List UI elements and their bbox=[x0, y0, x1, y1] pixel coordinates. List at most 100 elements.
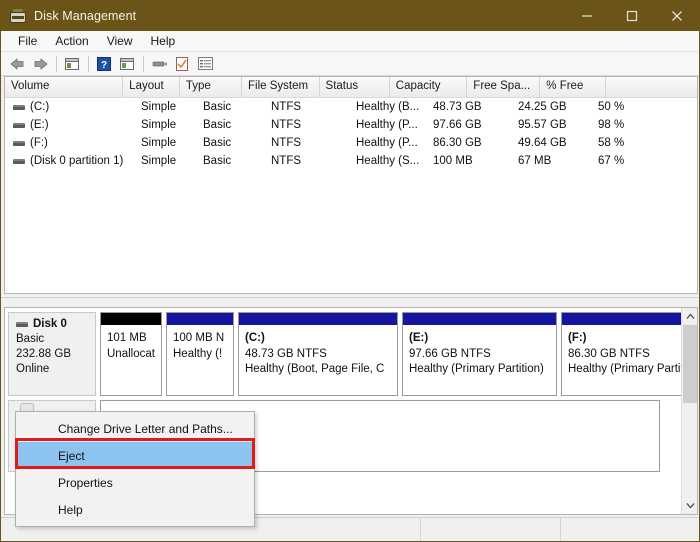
column-header-percent-free[interactable]: % Free bbox=[540, 77, 607, 97]
disk-info-disk-0[interactable]: Disk 0 Basic 232.88 GB Online bbox=[8, 312, 96, 396]
partition-bar bbox=[403, 313, 556, 325]
cell-percent-free: 50 % bbox=[598, 101, 625, 113]
volume-icon bbox=[13, 104, 25, 110]
partition-size: 101 MB bbox=[107, 332, 147, 344]
menu-file[interactable]: File bbox=[9, 32, 46, 50]
column-header-volume[interactable]: Volume bbox=[5, 77, 124, 97]
table-row[interactable]: (C:) Simple Basic NTFS Healthy (B... 48.… bbox=[5, 98, 697, 116]
disk-size: 232.88 GB bbox=[16, 348, 71, 360]
column-header-capacity[interactable]: Capacity bbox=[389, 77, 468, 97]
cell-type: Basic bbox=[203, 101, 232, 113]
cell-layout: Simple bbox=[141, 155, 177, 167]
volume-icon bbox=[13, 158, 25, 164]
menu-action[interactable]: Action bbox=[46, 32, 97, 50]
cell-file-system: NTFS bbox=[271, 137, 302, 149]
partition-c[interactable]: (C:) 48.73 GB NTFS Healthy (Boot, Page F… bbox=[238, 312, 398, 396]
volume-list-panel: Volume Layout Type File System Status Ca… bbox=[4, 76, 698, 294]
cell-capacity: 97.66 GB bbox=[433, 119, 482, 131]
cell-status: Healthy (S... bbox=[356, 155, 420, 167]
partition-size: 100 MB N bbox=[173, 332, 225, 344]
table-row[interactable]: (Disk 0 partition 1) Simple Basic NTFS H… bbox=[5, 152, 697, 170]
partition-size: 48.73 GB NTFS bbox=[245, 347, 327, 360]
cell-free-space: 49.64 GB bbox=[518, 137, 567, 149]
table-row[interactable]: (F:) Simple Basic NTFS Healthy (P... 86.… bbox=[5, 134, 697, 152]
panel-splitter[interactable] bbox=[1, 297, 699, 305]
toolbar-separator bbox=[88, 55, 89, 72]
cell-free-space: 95.57 GB bbox=[518, 119, 567, 131]
column-header-layout[interactable]: Layout bbox=[123, 77, 180, 97]
partition-size: 86.30 GB NTFS bbox=[568, 347, 650, 360]
cell-free-space: 24.25 GB bbox=[518, 101, 567, 113]
window-title: Disk Management bbox=[34, 9, 137, 23]
tool-bar: ? bbox=[1, 52, 699, 76]
table-row[interactable]: (E:) Simple Basic NTFS Healthy (P... 97.… bbox=[5, 116, 697, 134]
context-menu-item-eject[interactable]: Eject bbox=[16, 442, 254, 469]
properties-icon[interactable] bbox=[171, 54, 193, 74]
cell-capacity: 48.73 GB bbox=[433, 101, 482, 113]
list-view-icon[interactable] bbox=[194, 54, 216, 74]
partition-label: (E:) bbox=[409, 332, 429, 344]
partition-unallocated[interactable]: 101 MB Unallocat bbox=[100, 312, 162, 396]
menu-view[interactable]: View bbox=[98, 32, 142, 50]
disk-name: Disk 0 bbox=[33, 318, 67, 330]
volume-icon bbox=[13, 122, 25, 128]
cell-status: Healthy (P... bbox=[356, 119, 418, 131]
cell-percent-free: 58 % bbox=[598, 137, 625, 149]
context-menu-item-help[interactable]: Help bbox=[16, 496, 254, 523]
column-header-type[interactable]: Type bbox=[179, 77, 243, 97]
disk-type: Basic bbox=[16, 333, 45, 345]
cell-layout: Simple bbox=[141, 101, 177, 113]
minimize-icon[interactable] bbox=[564, 1, 609, 31]
partition-f[interactable]: (F:) 86.30 GB NTFS Healthy (Primary Part… bbox=[561, 312, 698, 396]
toolbar-separator bbox=[143, 55, 144, 72]
maximize-icon[interactable] bbox=[609, 1, 654, 31]
toolbar-separator bbox=[56, 55, 57, 72]
context-menu-item-change-drive-letter[interactable]: Change Drive Letter and Paths... bbox=[16, 415, 254, 442]
help-icon[interactable]: ? bbox=[93, 54, 115, 74]
context-menu: Change Drive Letter and Paths... Eject P… bbox=[15, 411, 255, 527]
cell-volume: (Disk 0 partition 1) bbox=[30, 155, 124, 167]
disk-state: Online bbox=[16, 363, 50, 375]
back-arrow-icon[interactable] bbox=[6, 54, 28, 74]
cell-file-system: NTFS bbox=[271, 101, 302, 113]
partition-bar bbox=[562, 313, 697, 325]
cell-status: Healthy (P... bbox=[356, 137, 418, 149]
show-hide-console-tree-icon[interactable] bbox=[61, 54, 83, 74]
partition-status: Unallocat bbox=[107, 347, 155, 360]
volume-list-header: Volume Layout Type File System Status Ca… bbox=[5, 77, 697, 98]
disk-management-icon bbox=[9, 8, 27, 24]
column-header-free-space[interactable]: Free Spa... bbox=[467, 77, 541, 97]
cell-layout: Simple bbox=[141, 137, 177, 149]
rescan-disks-icon[interactable] bbox=[148, 54, 170, 74]
scrollbar-thumb[interactable] bbox=[683, 325, 697, 403]
title-bar: Disk Management bbox=[1, 1, 699, 31]
column-header-status[interactable]: Status bbox=[319, 77, 390, 97]
partition-bar bbox=[239, 313, 397, 325]
partition-status: Healthy (Primary Partition) bbox=[568, 363, 698, 375]
partition-e[interactable]: (E:) 97.66 GB NTFS Healthy (Primary Part… bbox=[402, 312, 557, 396]
chevron-down-icon[interactable] bbox=[682, 497, 697, 514]
partition-system-reserved[interactable]: 100 MB N Healthy (! bbox=[166, 312, 234, 396]
context-menu-item-properties[interactable]: Properties bbox=[16, 469, 254, 496]
cell-type: Basic bbox=[203, 137, 232, 149]
cell-file-system: NTFS bbox=[271, 155, 302, 167]
column-header-blank[interactable] bbox=[606, 77, 697, 97]
show-hide-action-pane-icon[interactable] bbox=[116, 54, 138, 74]
cell-layout: Simple bbox=[141, 119, 177, 131]
menu-help[interactable]: Help bbox=[142, 32, 185, 50]
cell-file-system: NTFS bbox=[271, 119, 302, 131]
partition-label: (C:) bbox=[245, 332, 265, 344]
cell-volume: (F:) bbox=[30, 137, 48, 149]
cell-capacity: 86.30 GB bbox=[433, 137, 482, 149]
disk-panel-scrollbar[interactable] bbox=[681, 308, 697, 514]
disk-management-window: Disk Management File Action View Help ? … bbox=[0, 0, 700, 542]
column-header-file-system[interactable]: File System bbox=[242, 77, 320, 97]
forward-arrow-icon[interactable] bbox=[29, 54, 51, 74]
close-icon[interactable] bbox=[654, 1, 699, 31]
cell-percent-free: 98 % bbox=[598, 119, 625, 131]
disk-row-disk-0[interactable]: Disk 0 Basic 232.88 GB Online 101 MB Una… bbox=[5, 308, 697, 400]
chevron-up-icon[interactable] bbox=[682, 308, 697, 325]
status-bar-segment-3 bbox=[561, 518, 699, 541]
partition-label: (F:) bbox=[568, 332, 587, 344]
cell-free-space: 67 MB bbox=[518, 155, 552, 167]
